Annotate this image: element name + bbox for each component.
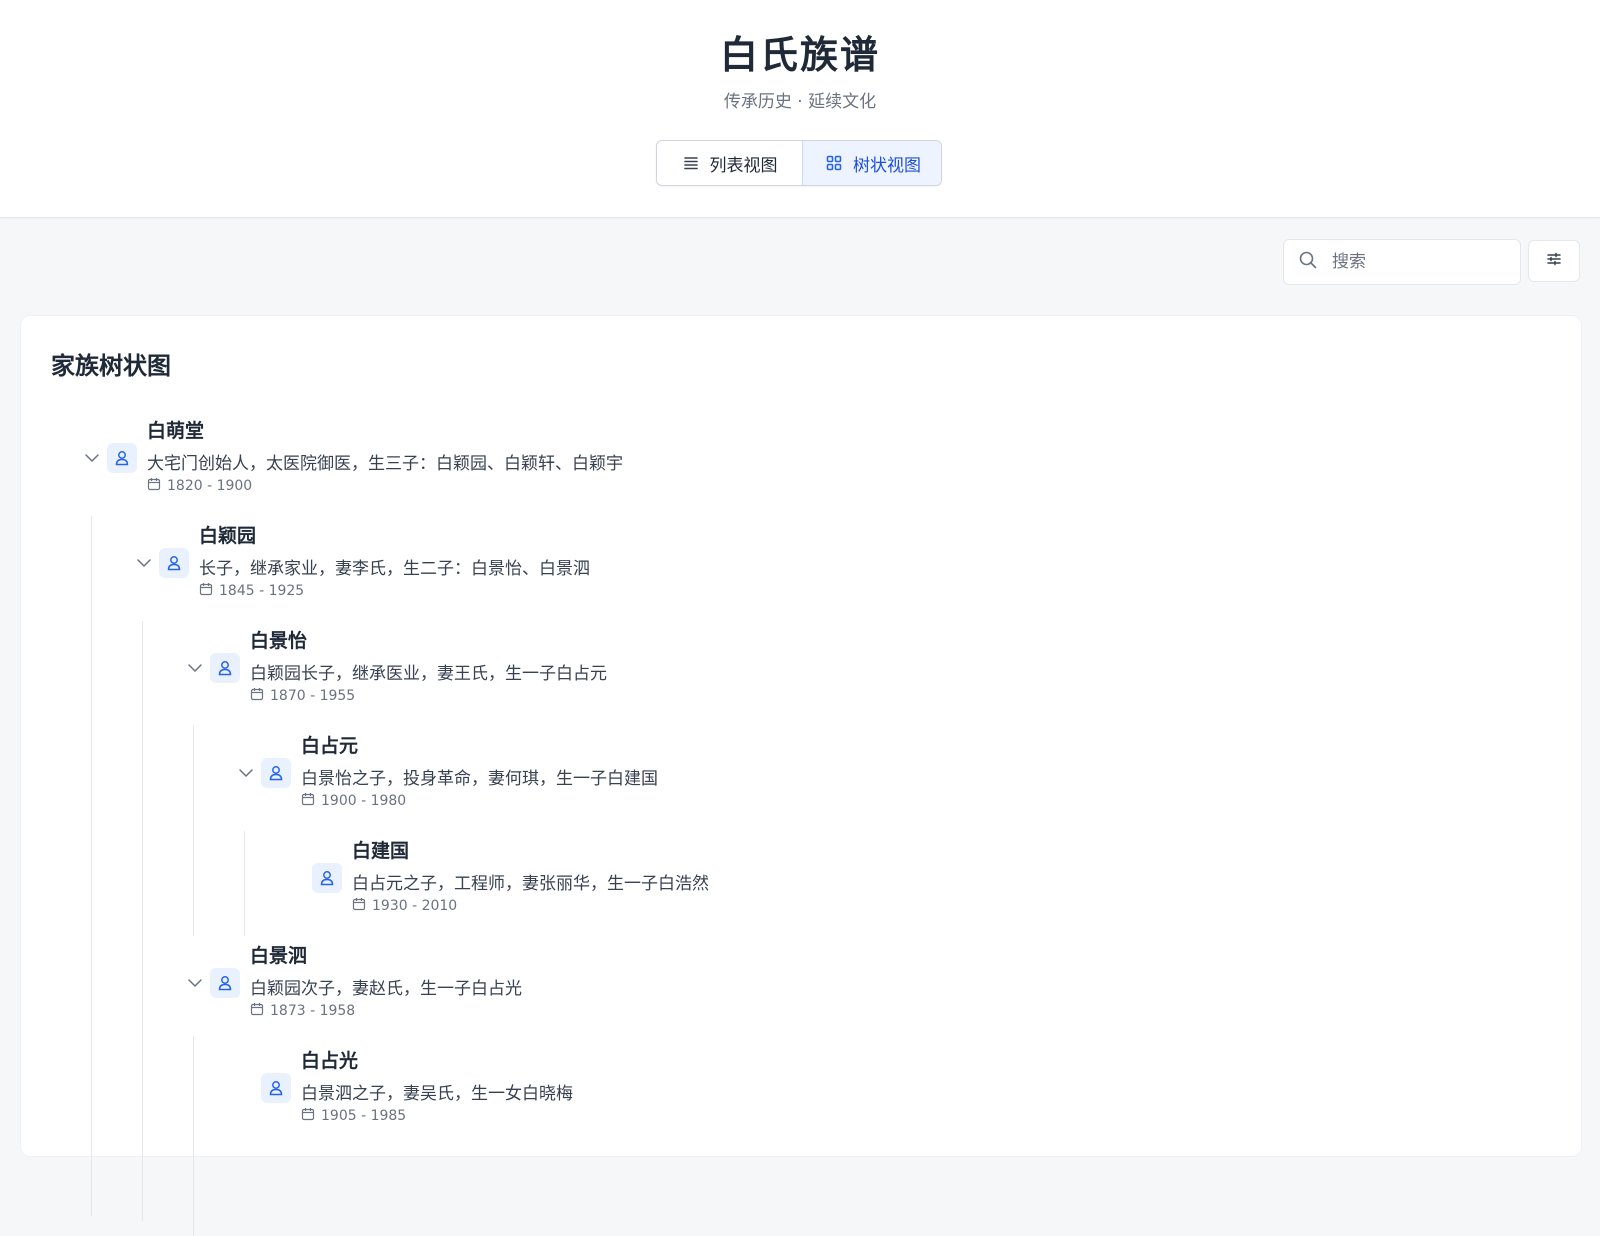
search-box	[1283, 239, 1521, 285]
person-years: 1873 - 1958	[250, 1002, 355, 1020]
person-icon	[107, 443, 137, 473]
calendar-icon	[301, 1107, 315, 1125]
filter-button[interactable]	[1528, 240, 1580, 282]
chevron-down-icon[interactable]	[135, 554, 153, 572]
family-tree-card: 家族树状图 白萌堂大宅门创始人，太医院御医，生三子：白颖园、白颖轩、白颖宇 182…	[20, 315, 1582, 1236]
tree-view-button[interactable]: 树状视图	[802, 141, 941, 185]
person-name[interactable]: 白建国	[352, 836, 409, 863]
tree-connector-line	[193, 1036, 194, 1236]
tree-view-label: 树状视图	[853, 155, 921, 176]
years-text: 1870 - 1955	[270, 688, 356, 704]
chevron-down-icon[interactable]	[237, 764, 255, 782]
person-icon	[261, 758, 291, 788]
person-description: 白占元之子，工程师，妻张丽华，生一子白浩然	[352, 874, 709, 894]
person-name[interactable]: 白景怡	[250, 626, 307, 653]
list-view-button[interactable]: 列表视图	[657, 141, 802, 185]
person-icon	[210, 968, 240, 998]
person-name[interactable]: 白景泗	[250, 941, 307, 968]
person-years: 1905 - 1985	[301, 1107, 406, 1125]
person-years: 1870 - 1955	[250, 687, 355, 705]
years-text: 1845 - 1925	[219, 583, 305, 599]
person-name[interactable]: 白占元	[301, 731, 358, 758]
person-years: 1845 - 1925	[199, 582, 304, 600]
years-text: 1873 - 1958	[270, 1003, 356, 1019]
chevron-down-icon[interactable]	[83, 449, 101, 467]
tree-connector-line	[244, 831, 245, 936]
list-icon	[682, 154, 700, 172]
person-description: 白颖园长子，继承医业，妻王氏，生一子白占元	[250, 664, 607, 684]
calendar-icon	[301, 792, 315, 810]
person-icon	[210, 653, 240, 683]
person-name[interactable]: 白萌堂	[147, 416, 204, 443]
calendar-icon	[199, 582, 213, 600]
person-years: 1930 - 2010	[352, 897, 457, 915]
chevron-down-icon[interactable]	[186, 974, 204, 992]
years-text: 1930 - 2010	[372, 898, 458, 914]
sliders-icon	[1545, 250, 1563, 272]
tree-connector-line	[193, 726, 194, 936]
person-name[interactable]: 白颖园	[199, 521, 256, 548]
calendar-icon	[147, 477, 161, 495]
page-header: 白氏族谱 传承历史 · 延续文化 列表视图 树状视图	[0, 0, 1600, 218]
calendar-icon	[352, 897, 366, 915]
person-description: 大宅门创始人，太医院御医，生三子：白颖园、白颖轩、白颖宇	[147, 454, 623, 474]
years-text: 1820 - 1900	[167, 478, 253, 494]
person-description: 长子，继承家业，妻李氏，生二子：白景怡、白景泗	[199, 559, 590, 579]
list-view-label: 列表视图	[709, 155, 778, 176]
calendar-icon	[250, 1002, 264, 1020]
person-icon	[312, 863, 342, 893]
chevron-down-icon[interactable]	[186, 659, 204, 677]
person-description: 白颖园次子，妻赵氏，生一子白占光	[250, 979, 522, 999]
years-text: 1905 - 1985	[321, 1108, 407, 1124]
person-years: 1900 - 1980	[301, 792, 406, 810]
tree-connector-line	[91, 516, 92, 1216]
tree-connector-line	[142, 621, 143, 1221]
search-icon	[1298, 250, 1318, 274]
page-subtitle: 传承历史 · 延续文化	[723, 92, 877, 112]
person-description: 白景泗之子，妻吴氏，生一女白晓梅	[301, 1084, 573, 1104]
years-text: 1900 - 1980	[321, 793, 407, 809]
card-title: 家族树状图	[51, 352, 171, 380]
person-icon	[159, 548, 189, 578]
person-name[interactable]: 白占光	[301, 1046, 358, 1073]
person-years: 1820 - 1900	[147, 477, 252, 495]
search-input[interactable]	[1330, 251, 1504, 273]
grid-icon	[825, 154, 843, 172]
calendar-icon	[250, 687, 264, 705]
person-description: 白景怡之子，投身革命，妻何琪，生一子白建国	[301, 769, 658, 789]
page-title: 白氏族谱	[719, 33, 880, 77]
view-toggle: 列表视图 树状视图	[656, 140, 942, 186]
person-icon	[261, 1073, 291, 1103]
